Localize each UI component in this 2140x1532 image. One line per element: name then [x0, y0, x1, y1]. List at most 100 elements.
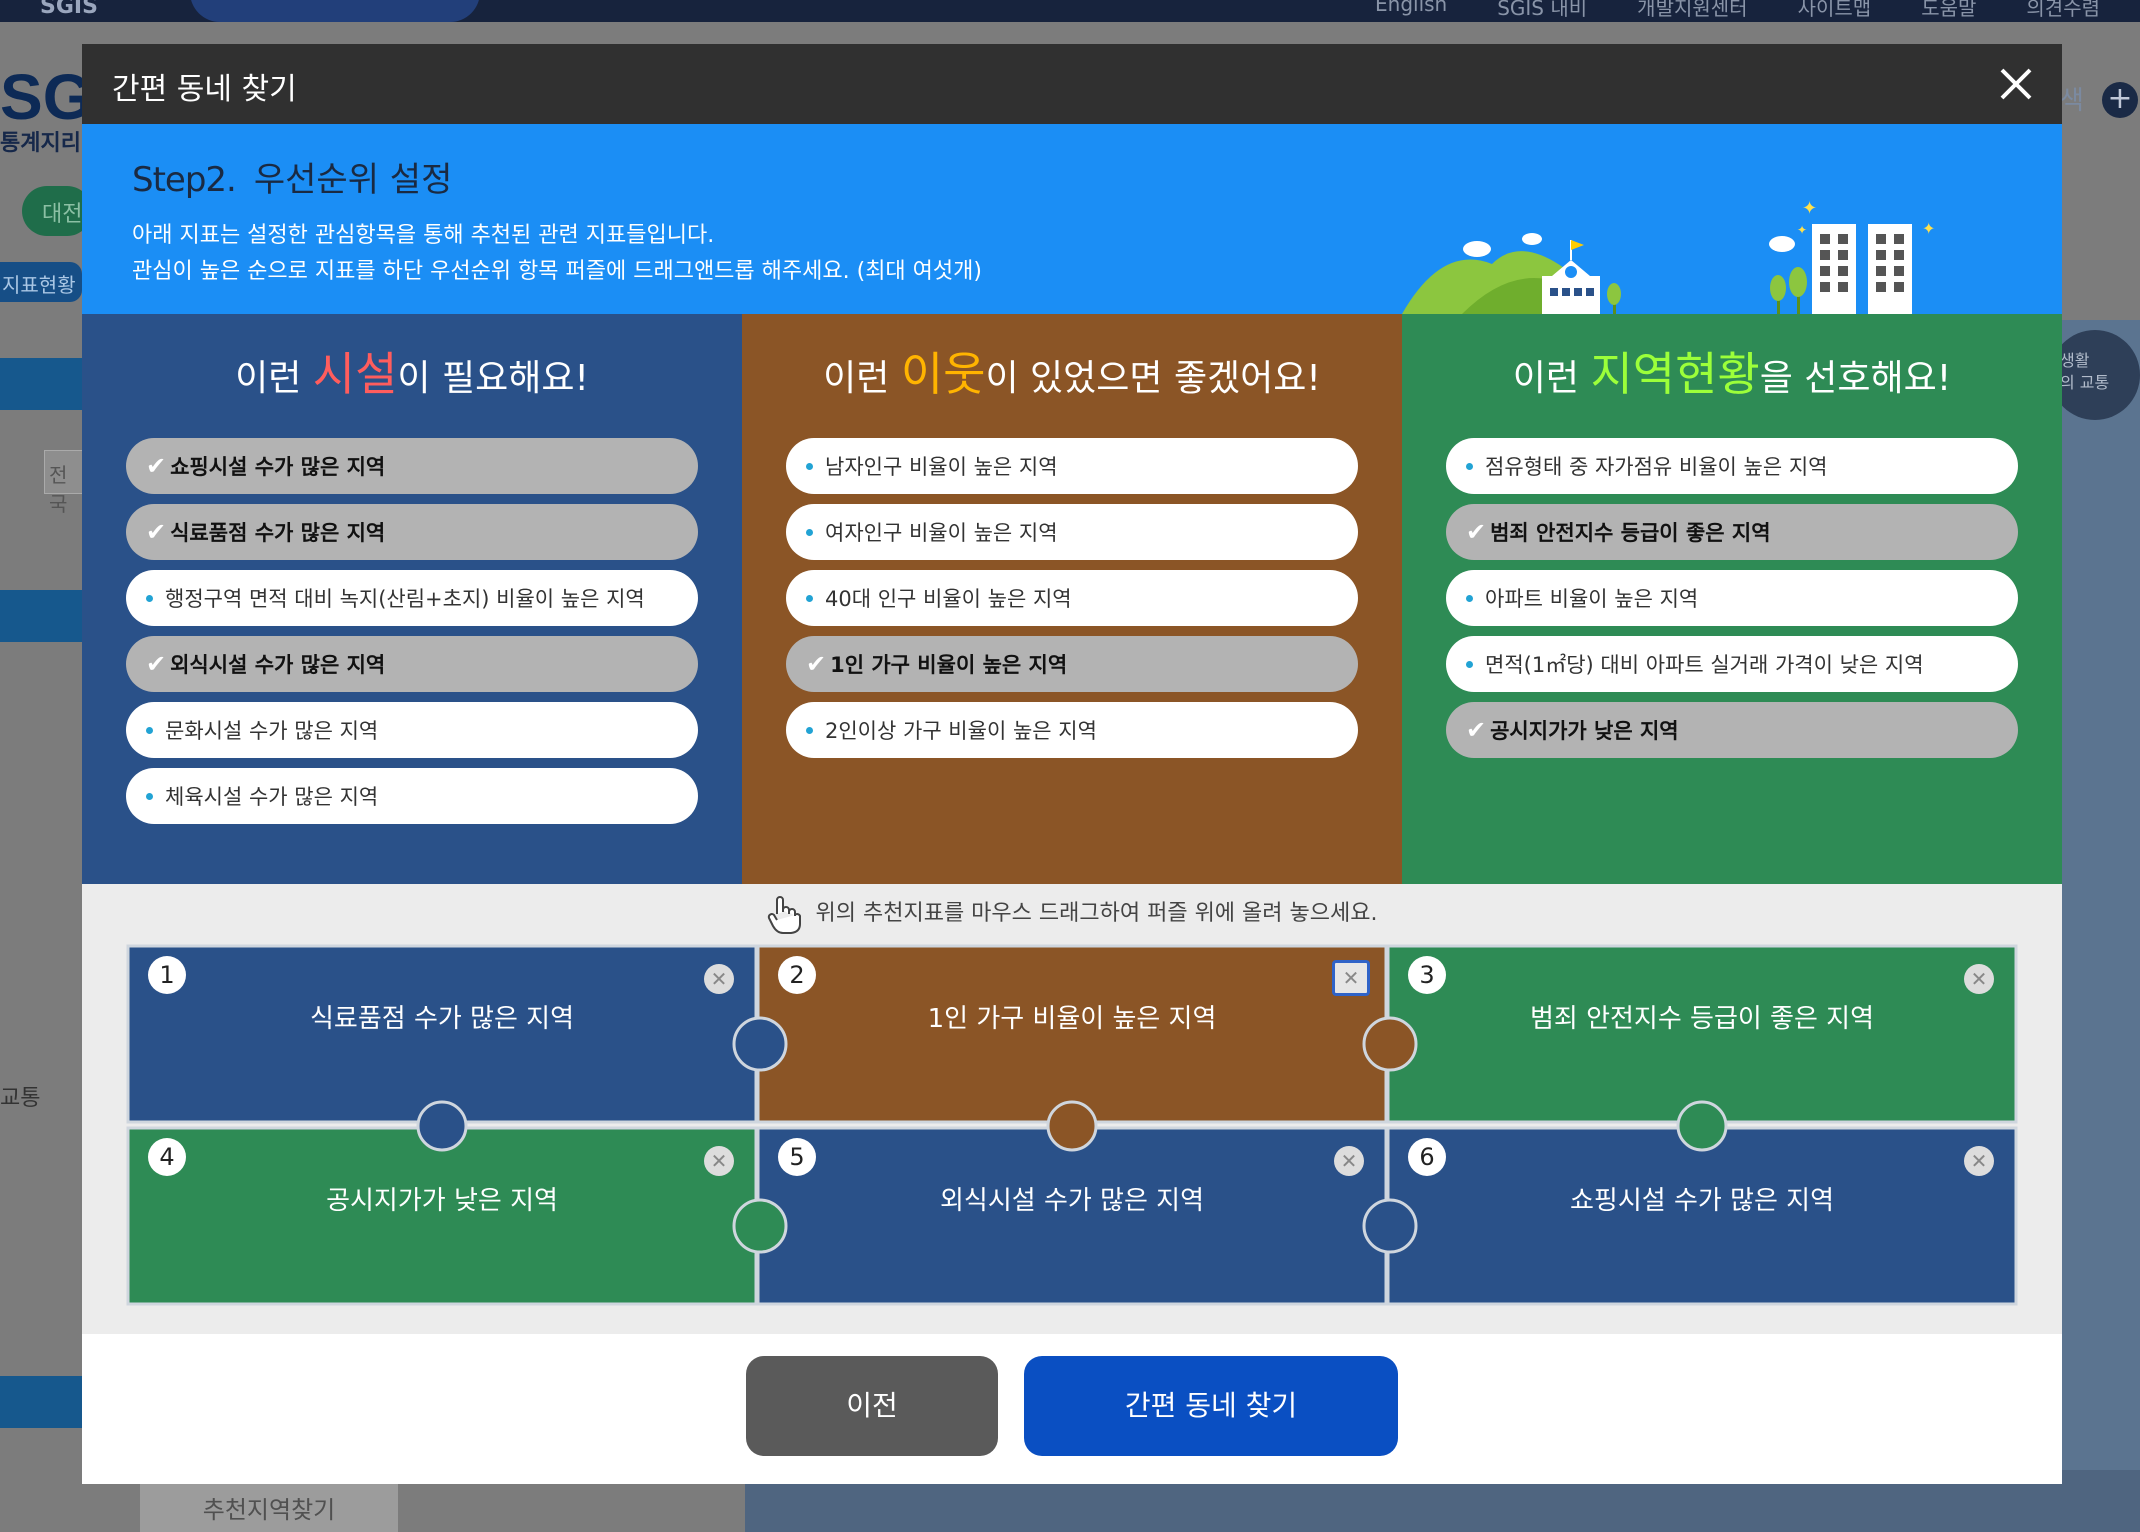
puzzle-slot-4[interactable]: 4 공시지가가 낮은 지역 ✕	[126, 1126, 788, 1306]
bg-life-circle: 생활 의 교통	[2050, 330, 2140, 420]
check-icon: ✔	[146, 650, 167, 678]
heading-post: 이 필요해요!	[397, 358, 589, 399]
bg-nav-item: 사이트맵	[1797, 0, 1872, 20]
remove-icon[interactable]: ✕	[1964, 964, 1994, 994]
bg-side-text: 교통	[0, 1086, 41, 1111]
bullet-icon	[146, 594, 153, 602]
bullet-icon	[806, 462, 813, 470]
bg-nav-item: English	[1375, 0, 1448, 16]
bg-nav-item: 의견수렴	[2026, 0, 2100, 20]
indicator-item[interactable]: 체육시설 수가 많은 지역	[126, 768, 698, 824]
priority-number: 5	[778, 1138, 816, 1176]
indicator-item[interactable]: 점유형태 중 자가점유 비율이 높은 지역	[1446, 438, 2018, 494]
bg-logo-mini: SGIS	[40, 0, 98, 19]
bullet-icon	[806, 528, 813, 536]
bg-top-nav: English SGIS 내비 개발지원센터 사이트맵 도움말 의견수렴	[1375, 0, 2100, 21]
indicator-label: 1인 가구 비율이 높은 지역	[830, 653, 1068, 677]
step-title: Step2. 우선순위 설정	[132, 152, 452, 201]
indicator-item[interactable]: 문화시설 수가 많은 지역	[126, 702, 698, 758]
priority-number: 1	[148, 956, 186, 994]
indicator-item[interactable]: ✔ 공시지가가 낮은 지역	[1446, 702, 2018, 758]
indicator-label: 점유형태 중 자가점유 비율이 높은 지역	[1485, 455, 1828, 479]
heading-pre: 이런	[823, 358, 901, 399]
check-icon: ✔	[1466, 518, 1487, 546]
modal-header: 간편 동네 찾기	[82, 44, 2062, 124]
heading-pre: 이런	[1512, 358, 1591, 399]
bullet-icon	[1466, 594, 1473, 602]
heading-highlight: 시설	[312, 347, 398, 401]
bg-nav-item: 개발지원센터	[1637, 0, 1748, 20]
close-icon	[2000, 68, 2032, 100]
bg-input: 전국	[44, 450, 84, 516]
puzzle-piece-label: 공시지가가 낮은 지역	[326, 1186, 558, 1216]
indicator-label: 아파트 비율이 높은 지역	[1485, 587, 1699, 611]
indicator-item[interactable]: ✔ 외식시설 수가 많은 지역	[126, 636, 698, 692]
indicator-item[interactable]: 여자인구 비율이 높은 지역	[786, 504, 1358, 560]
puzzle-piece-label: 쇼핑시설 수가 많은 지역	[1570, 1186, 1834, 1216]
indicator-item[interactable]: ✔ 쇼핑시설 수가 많은 지역	[126, 438, 698, 494]
bullet-icon	[146, 792, 153, 800]
bg-nav-item: 도움말	[1921, 0, 1977, 20]
puzzle-board: 1 식료품점 수가 많은 지역 ✕ 2 1인 가구 비율이 높은 지역 ✕ 3 범죄 안전지수…	[126, 944, 2018, 1306]
bullet-icon	[1466, 462, 1473, 470]
bg-nav-item: SGIS 내비	[1497, 0, 1588, 20]
puzzle-slot-5[interactable]: 5 외식시설 수가 많은 지역 ✕	[756, 1126, 1418, 1306]
bg-logo-sub: 통계지리	[0, 131, 81, 156]
indicator-item[interactable]: 2인이상 가구 비율이 높은 지역	[786, 702, 1358, 758]
indicator-item[interactable]: ✔ 식료품점 수가 많은 지역	[126, 504, 698, 560]
indicator-label: 식료품점 수가 많은 지역	[170, 521, 386, 545]
svg-text:✦: ✦	[1922, 219, 1935, 238]
indicator-item[interactable]: 면적(1㎡당) 대비 아파트 실거래 가격이 낮은 지역	[1446, 636, 2018, 692]
priority-number: 6	[1408, 1138, 1446, 1176]
indicator-item[interactable]: ✔ 1인 가구 비율이 높은 지역	[786, 636, 1358, 692]
region-status-column: 이런 지역현황을 선호해요! 점유형태 중 자가점유 비율이 높은 지역 ✔ 범죄 …	[1402, 314, 2062, 884]
remove-icon[interactable]: ✕	[704, 964, 734, 994]
puzzle-piece-label: 외식시설 수가 많은 지역	[940, 1186, 1204, 1216]
priority-puzzle-area: 위의 추천지표를 마우스 드래그하여 퍼즐 위에 올려 놓으세요. 1 식료품점 …	[82, 884, 2062, 1334]
easy-find-button[interactable]: 간편 동네 찾기	[1024, 1356, 1398, 1456]
puzzle-slot-2[interactable]: 2 1인 가구 비율이 높은 지역 ✕	[756, 944, 1418, 1152]
bg-map	[2060, 320, 2140, 1532]
check-icon: ✔	[806, 650, 827, 678]
puzzle-hint-text: 위의 추천지표를 마우스 드래그하여 퍼즐 위에 올려 놓으세요.	[815, 901, 1378, 926]
priority-number: 4	[148, 1138, 186, 1176]
indicator-label: 범죄 안전지수 등급이 좋은 지역	[1490, 521, 1771, 545]
puzzle-slot-3[interactable]: 3 범죄 안전지수 등급이 좋은 지역 ✕	[1386, 944, 2018, 1152]
heading-post: 이 있었으면 좋겠어요!	[985, 358, 1321, 399]
easy-neighborhood-modal: 간편 동네 찾기 Step2. 우선순위 설정 아래 지표는 설정한 관심항목을 …	[82, 44, 2062, 1484]
check-icon: ✔	[146, 518, 167, 546]
close-button[interactable]	[1988, 56, 2044, 112]
town-illustration-icon: ✦ ✦ ✦	[1402, 198, 1935, 314]
remove-icon[interactable]: ✕	[1332, 960, 1370, 996]
indicator-item[interactable]: 아파트 비율이 높은 지역	[1446, 570, 2018, 626]
column-heading: 이런 이웃이 있었으면 좋겠어요!	[742, 338, 1402, 404]
bg-tab-blob	[190, 0, 480, 22]
puzzle-piece-label: 식료품점 수가 많은 지역	[310, 1004, 574, 1034]
bullet-icon	[806, 726, 813, 734]
check-icon: ✔	[146, 452, 167, 480]
background-topbar: SGIS English SGIS 내비 개발지원센터 사이트맵 도움말 의견수…	[0, 0, 2140, 22]
puzzle-hint: 위의 추천지표를 마우스 드래그하여 퍼즐 위에 올려 놓으세요.	[82, 894, 2062, 934]
indicator-item[interactable]: ✔ 범죄 안전지수 등급이 좋은 지역	[1446, 504, 2018, 560]
remove-icon[interactable]: ✕	[1964, 1146, 1994, 1176]
bg-indicator-pill: 지표현황	[0, 262, 82, 302]
facility-column: 이런 시설이 필요해요! ✔ 쇼핑시설 수가 많은 지역 ✔ 식료품점 수가 많은 지…	[82, 314, 742, 884]
bg-stripe	[0, 590, 82, 642]
indicator-label: 면적(1㎡당) 대비 아파트 실거래 가격이 낮은 지역	[1485, 653, 1924, 677]
indicator-item[interactable]: 남자인구 비율이 높은 지역	[786, 438, 1358, 494]
puzzle-piece-label: 범죄 안전지수 등급이 좋은 지역	[1529, 1004, 1875, 1034]
previous-button[interactable]: 이전	[746, 1356, 998, 1456]
indicator-label: 40대 인구 비율이 높은 지역	[825, 587, 1072, 611]
neighbor-column: 이런 이웃이 있었으면 좋겠어요! 남자인구 비율이 높은 지역여자인구 비율이…	[742, 314, 1402, 884]
remove-icon[interactable]: ✕	[1334, 1146, 1364, 1176]
modal-title: 간편 동네 찾기	[112, 72, 297, 107]
step-desc-line: 관심이 높은 순으로 지표를 하단 우선순위 항목 퍼즐에 드래그앤드롭 해주세…	[132, 259, 982, 284]
puzzle-slot-1[interactable]: 1 식료품점 수가 많은 지역 ✕	[126, 944, 788, 1152]
indicator-item[interactable]: 행정구역 면적 대비 녹지(산림+초지) 비율이 높은 지역	[126, 570, 698, 626]
remove-icon[interactable]: ✕	[704, 1146, 734, 1176]
indicator-item[interactable]: 40대 인구 비율이 높은 지역	[786, 570, 1358, 626]
bullet-icon	[146, 726, 153, 734]
bg-plus-icon: +	[2102, 82, 2138, 118]
step-banner: Step2. 우선순위 설정 아래 지표는 설정한 관심항목을 통해 추천된 관련…	[82, 124, 2062, 314]
puzzle-slot-6[interactable]: 6 쇼핑시설 수가 많은 지역 ✕	[1386, 1126, 2018, 1306]
